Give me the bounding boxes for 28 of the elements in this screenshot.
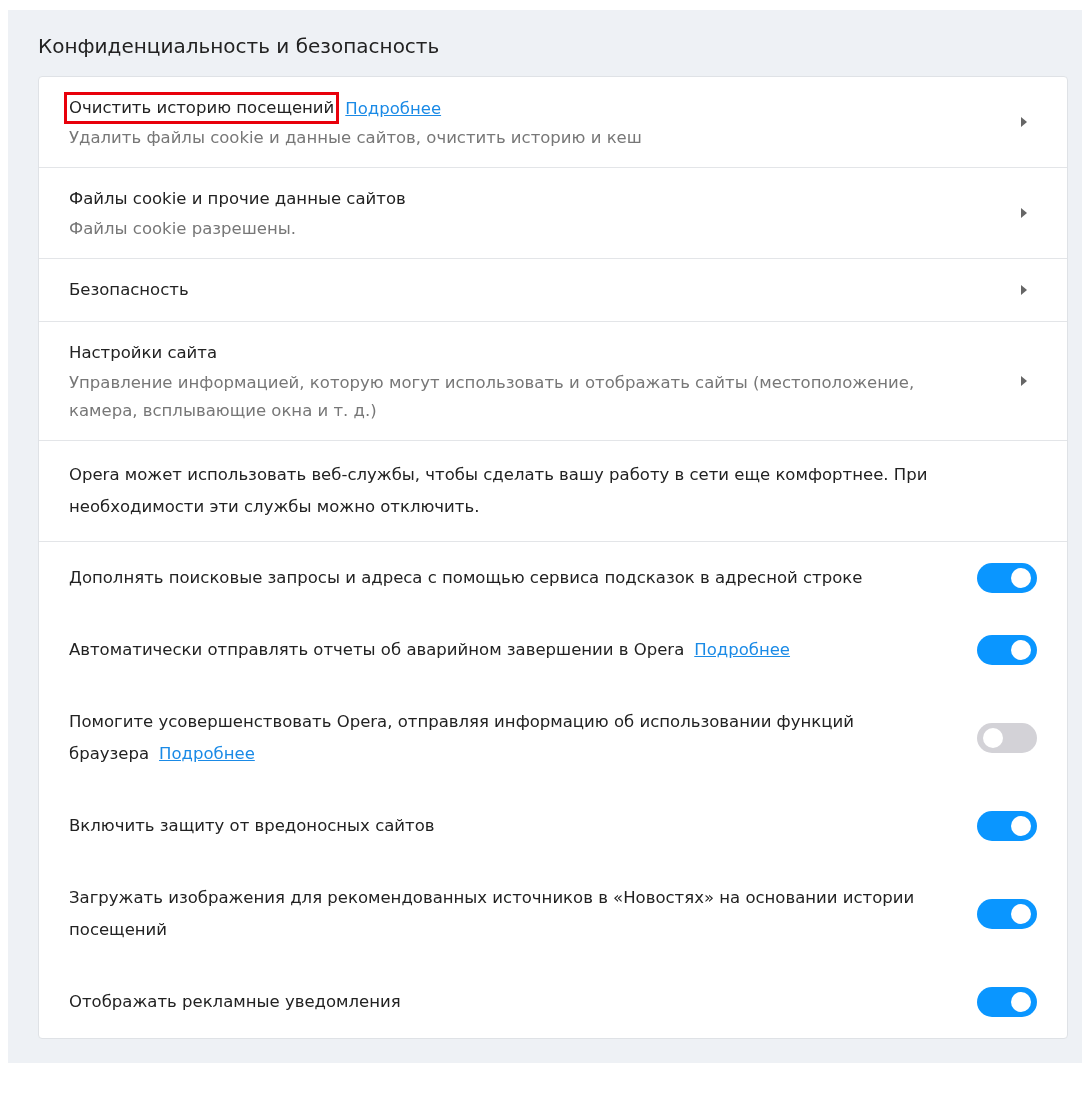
- row-subtitle: Файлы cookie разрешены.: [69, 218, 297, 240]
- toggle-label: Помогите усовершенствовать Opera, отправляя информацию об использовании функций браузера Подробнее: [69, 711, 855, 765]
- row-subtitle: Удалить файлы cookie и данные сайтов, очистить историю и кеш: [69, 127, 643, 149]
- toggle-switch[interactable]: [977, 723, 1037, 753]
- learn-more-link[interactable]: Подробнее: [694, 640, 790, 659]
- toggle-switch[interactable]: [977, 899, 1037, 929]
- learn-more-link[interactable]: Подробнее: [159, 744, 255, 763]
- toggle-label: Дополнять поисковые запросы и адреса с помощью сервиса подсказок в адресной строке: [69, 567, 864, 589]
- caret-icon[interactable]: [1021, 285, 1027, 295]
- row-title[interactable]: Очистить историю посещений: [64, 92, 340, 124]
- caret-icon[interactable]: [1021, 117, 1027, 127]
- toggle-switch[interactable]: [977, 987, 1037, 1017]
- row-subtitle: Управление информацией, которую могут использовать и отображать сайты (местоположение, камера, всплывающие окна и т. д.): [69, 372, 916, 422]
- toggle-label: Отображать рекламные уведомления: [69, 991, 402, 1013]
- learn-more-link[interactable]: Подробнее: [345, 98, 442, 118]
- toggle-label: Загружать изображения для рекомендованных источников в «Новостях» на основании истории посещений: [69, 887, 916, 941]
- toggle-switch[interactable]: [977, 563, 1037, 593]
- caret-icon[interactable]: [1021, 376, 1027, 386]
- info-text: Opera может использовать веб-службы, чтобы сделать вашу работу в сети еще комфортнее. При необходимости эти службы можно отключить.: [69, 464, 929, 518]
- row-title[interactable]: Безопасность: [64, 274, 194, 306]
- toggle-switch[interactable]: [977, 811, 1037, 841]
- toggle-label: Автоматически отправлять отчеты об аварийном завершении в Opera Подробнее: [69, 639, 791, 661]
- caret-icon[interactable]: [1021, 208, 1027, 218]
- toggle-switch[interactable]: [977, 635, 1037, 665]
- row-title[interactable]: Файлы cookie и прочие данные сайтов: [64, 183, 411, 215]
- row-title[interactable]: Настройки сайта: [64, 337, 223, 369]
- section-title: Конфиденциальность и безопасность: [38, 34, 441, 58]
- toggle-label: Включить защиту от вредоносных сайтов: [69, 815, 436, 837]
